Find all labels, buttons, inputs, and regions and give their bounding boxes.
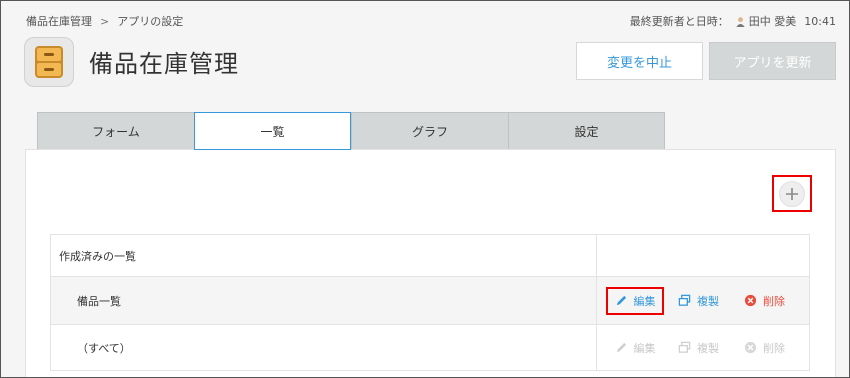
tab-graphs[interactable]: グラフ — [351, 112, 508, 150]
pencil-icon — [616, 295, 626, 306]
pencil-icon — [616, 342, 626, 353]
last-update-label: 最終更新者と日時： — [629, 15, 729, 28]
table-header-row: 作成済みの一覧 — [49, 234, 810, 277]
copy-view-button[interactable]: 複製 — [678, 293, 719, 309]
copy-label: 複製 — [697, 294, 720, 308]
delete-icon — [744, 294, 757, 307]
last-update-time: 10:41 — [804, 14, 836, 28]
breadcrumb-app-link[interactable]: 備品在庫管理 — [26, 15, 92, 28]
last-update-user[interactable]: 田中 愛美 — [749, 13, 797, 29]
copy-icon — [678, 341, 691, 353]
tab-views[interactable]: 一覧 — [194, 112, 351, 150]
update-app-button[interactable]: アプリを更新 — [709, 42, 836, 80]
table-header-label: 作成済みの一覧 — [49, 234, 598, 277]
cancel-changes-button[interactable]: 変更を中止 — [576, 42, 703, 80]
views-table: 作成済みの一覧 備品一覧 編集 複製 削除 （すべて） 編集 複製 削除 — [49, 234, 810, 371]
last-update-info: 最終更新者と日時： 田中 愛美 10:41 — [630, 13, 836, 29]
drawer-cabinet-icon — [24, 37, 74, 87]
settings-tabs: フォーム 一覧 グラフ 設定 — [37, 112, 665, 150]
app-title: 備品在庫管理 — [89, 50, 239, 78]
delete-icon — [744, 341, 757, 354]
edit-label: 編集 — [633, 341, 656, 355]
breadcrumb-separator: > — [100, 15, 110, 28]
table-row: 備品一覧 編集 複製 削除 — [49, 276, 810, 325]
delete-label: 削除 — [763, 294, 786, 308]
view-name: 備品一覧 — [49, 276, 598, 325]
copy-label: 複製 — [697, 341, 720, 355]
breadcrumb-current: アプリの設定 — [117, 15, 184, 28]
copy-view-button: 複製 — [678, 340, 719, 356]
add-view-button[interactable] — [772, 175, 812, 212]
table-row: （すべて） 編集 複製 削除 — [49, 324, 810, 371]
edit-label: 編集 — [633, 294, 656, 308]
view-name: （すべて） — [49, 324, 598, 371]
delete-view-button[interactable]: 削除 — [744, 293, 785, 309]
tab-form[interactable]: フォーム — [37, 112, 194, 150]
edit-view-button[interactable]: 編集 — [606, 286, 665, 315]
breadcrumb: 備品在庫管理 > アプリの設定 — [26, 13, 183, 29]
plus-icon — [786, 187, 798, 200]
tab-settings[interactable]: 設定 — [508, 112, 665, 150]
edit-view-button: 編集 — [606, 334, 664, 362]
delete-label: 削除 — [763, 341, 786, 355]
user-avatar-icon — [736, 16, 745, 27]
delete-view-button: 削除 — [744, 340, 785, 356]
copy-icon — [678, 294, 691, 306]
